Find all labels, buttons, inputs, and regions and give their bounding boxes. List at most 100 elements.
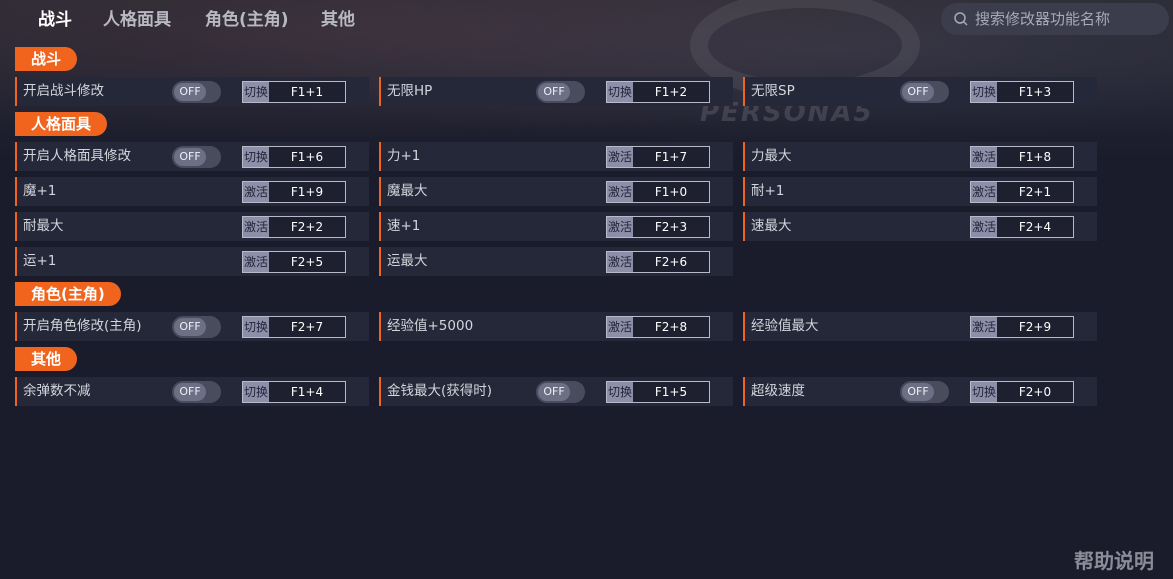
hotkey-value[interactable]: F2+9 xyxy=(997,317,1073,337)
hotkey-value[interactable]: F2+6 xyxy=(633,252,709,272)
cheat-row: 魔+1 激活 F1+9 xyxy=(15,177,369,206)
cheat-row: 开启战斗修改 OFF 切换 F1+1 xyxy=(15,77,369,106)
hotkey-mode-label: 激活 xyxy=(607,217,633,237)
cheat-toggle[interactable]: OFF xyxy=(172,146,221,168)
hotkey-field[interactable]: 切换 F2+7 xyxy=(242,316,346,338)
hotkey-mode-label: 激活 xyxy=(243,252,269,272)
hotkey-mode-label: 激活 xyxy=(971,317,997,337)
hotkey-value[interactable]: F1+8 xyxy=(997,147,1073,167)
hotkey-value[interactable]: F1+7 xyxy=(633,147,709,167)
hotkey-mode-label: 切换 xyxy=(607,82,633,102)
cheat-row: 耐+1 激活 F2+1 xyxy=(743,177,1097,206)
hotkey-field[interactable]: 激活 F1+9 xyxy=(242,181,346,203)
cheat-toggle[interactable]: OFF xyxy=(172,316,221,338)
hotkey-value[interactable]: F1+5 xyxy=(633,382,709,402)
hotkey-field[interactable]: 激活 F2+4 xyxy=(970,216,1074,238)
cheat-toggle[interactable]: OFF xyxy=(172,381,221,403)
help-link[interactable]: 帮助说明 xyxy=(1074,545,1154,574)
cheat-name: 力+1 xyxy=(387,148,421,164)
cheat-row: 经验值最大 激活 F2+9 xyxy=(743,312,1097,341)
section-label: 角色(主角) xyxy=(15,282,121,306)
section-label: 战斗 xyxy=(15,47,78,71)
cheat-row: 运+1 激活 F2+5 xyxy=(15,247,369,276)
hotkey-field[interactable]: 切换 F2+0 xyxy=(970,381,1074,403)
hotkey-field[interactable]: 激活 F2+9 xyxy=(970,316,1074,338)
cheat-name: 开启角色修改(主角) xyxy=(23,318,142,334)
cheat-toggle[interactable]: OFF xyxy=(900,81,949,103)
cheat-name: 耐+1 xyxy=(751,183,785,199)
cheat-name: 无限HP xyxy=(387,83,433,99)
cheat-toggle[interactable]: OFF xyxy=(900,381,949,403)
toggle-state: OFF xyxy=(538,83,570,101)
cheat-name: 速+1 xyxy=(387,218,421,234)
hotkey-value[interactable]: F2+7 xyxy=(269,317,345,337)
toggle-state: OFF xyxy=(174,148,206,166)
hotkey-field[interactable]: 激活 F1+7 xyxy=(606,146,710,168)
toggle-state: OFF xyxy=(174,383,206,401)
toggle-state: OFF xyxy=(174,83,206,101)
hotkey-mode-label: 激活 xyxy=(607,317,633,337)
hotkey-value[interactable]: F2+0 xyxy=(997,382,1073,402)
hotkey-value[interactable]: F1+1 xyxy=(269,82,345,102)
hotkey-field[interactable]: 切换 F1+5 xyxy=(606,381,710,403)
hotkey-value[interactable]: F1+2 xyxy=(633,82,709,102)
hotkey-field[interactable]: 激活 F2+2 xyxy=(242,216,346,238)
cheat-name: 超级速度 xyxy=(751,383,805,399)
cheat-toggle[interactable]: OFF xyxy=(536,81,585,103)
hotkey-field[interactable]: 切换 F1+2 xyxy=(606,81,710,103)
hotkey-mode-label: 切换 xyxy=(243,82,269,102)
hotkey-field[interactable]: 切换 F1+4 xyxy=(242,381,346,403)
section-label: 其他 xyxy=(15,347,78,371)
hotkey-value[interactable]: F1+4 xyxy=(269,382,345,402)
hotkey-field[interactable]: 激活 F2+6 xyxy=(606,251,710,273)
toggle-state: OFF xyxy=(902,83,934,101)
hotkey-field[interactable]: 切换 F1+6 xyxy=(242,146,346,168)
hotkey-value[interactable]: F1+9 xyxy=(269,182,345,202)
hotkey-mode-label: 激活 xyxy=(607,252,633,272)
cheat-name: 魔+1 xyxy=(23,183,57,199)
cheat-name: 开启战斗修改 xyxy=(23,83,104,99)
cheat-row: 耐最大 激活 F2+2 xyxy=(15,212,369,241)
tab-battle[interactable]: 战斗 xyxy=(38,8,72,32)
tab-other[interactable]: 其他 xyxy=(321,8,355,32)
hotkey-field[interactable]: 激活 F2+3 xyxy=(606,216,710,238)
search-box[interactable] xyxy=(941,3,1169,35)
hotkey-mode-label: 切换 xyxy=(607,382,633,402)
cheat-name: 耐最大 xyxy=(23,218,64,234)
cheat-name: 开启人格面具修改 xyxy=(23,148,131,164)
hotkey-value[interactable]: F1+3 xyxy=(997,82,1073,102)
hotkey-value[interactable]: F1+6 xyxy=(269,147,345,167)
cheat-row: 力最大 激活 F1+8 xyxy=(743,142,1097,171)
hotkey-mode-label: 激活 xyxy=(243,182,269,202)
hotkey-field[interactable]: 激活 F2+1 xyxy=(970,181,1074,203)
hotkey-field[interactable]: 激活 F2+5 xyxy=(242,251,346,273)
hotkey-value[interactable]: F2+5 xyxy=(269,252,345,272)
cheat-row: 经验值+5000 激活 F2+8 xyxy=(379,312,733,341)
cheat-row: 开启人格面具修改 OFF 切换 F1+6 xyxy=(15,142,369,171)
hotkey-field[interactable]: 激活 F1+8 xyxy=(970,146,1074,168)
hotkey-value[interactable]: F2+8 xyxy=(633,317,709,337)
cheat-toggle[interactable]: OFF xyxy=(536,381,585,403)
hotkey-field[interactable]: 切换 F1+3 xyxy=(970,81,1074,103)
cheat-toggle[interactable]: OFF xyxy=(172,81,221,103)
search-icon xyxy=(954,12,968,26)
toggle-state: OFF xyxy=(174,318,206,336)
hotkey-value[interactable]: F2+4 xyxy=(997,217,1073,237)
hotkey-value[interactable]: F2+1 xyxy=(997,182,1073,202)
hotkey-mode-label: 切换 xyxy=(971,382,997,402)
tab-persona[interactable]: 人格面具 xyxy=(103,8,171,32)
hotkey-mode-label: 激活 xyxy=(971,147,997,167)
hotkey-field[interactable]: 激活 F2+8 xyxy=(606,316,710,338)
cheat-row: 速+1 激活 F2+3 xyxy=(379,212,733,241)
search-input[interactable] xyxy=(975,10,1155,28)
hotkey-value[interactable]: F1+0 xyxy=(633,182,709,202)
cheat-row: 无限HP OFF 切换 F1+2 xyxy=(379,77,733,106)
hotkey-mode-label: 激活 xyxy=(971,217,997,237)
hotkey-field[interactable]: 切换 F1+1 xyxy=(242,81,346,103)
hotkey-value[interactable]: F2+3 xyxy=(633,217,709,237)
cheat-row: 开启角色修改(主角) OFF 切换 F2+7 xyxy=(15,312,369,341)
tab-protagonist[interactable]: 角色(主角) xyxy=(205,8,289,32)
hotkey-value[interactable]: F2+2 xyxy=(269,217,345,237)
cheat-name: 力最大 xyxy=(751,148,792,164)
hotkey-field[interactable]: 激活 F1+0 xyxy=(606,181,710,203)
